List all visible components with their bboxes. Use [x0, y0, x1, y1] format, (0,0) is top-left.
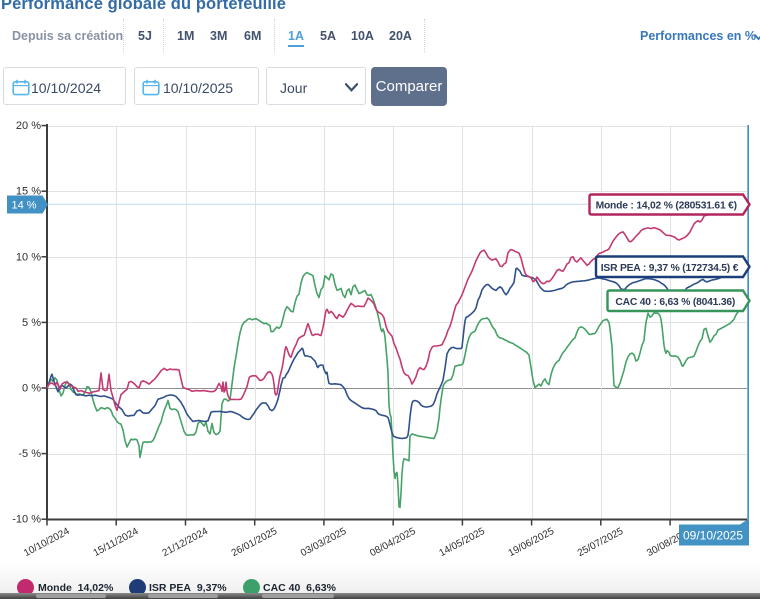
svg-text:Monde : 14,02 % (280531.61 €): Monde : 14,02 % (280531.61 €): [596, 201, 737, 212]
svg-text:26/01/2025: 26/01/2025: [230, 526, 280, 559]
svg-text:14 %: 14 %: [11, 200, 36, 212]
svg-text:CAC 40 : 6,63 % (8041.36): CAC 40 : 6,63 % (8041.36): [615, 297, 735, 308]
svg-text:0 %: 0 %: [22, 383, 41, 395]
svg-text:08/04/2025: 08/04/2025: [368, 526, 418, 559]
svg-text:ISR PEA : 9,37 % (172734.5) €: ISR PEA : 9,37 % (172734.5) €: [601, 263, 739, 274]
svg-text:-10 %: -10 %: [12, 514, 41, 526]
svg-text:5 %: 5 %: [22, 317, 41, 329]
svg-text:20 %: 20 %: [16, 120, 41, 132]
svg-text:09/10/2025: 09/10/2025: [683, 529, 743, 543]
svg-text:10 %: 10 %: [16, 251, 41, 263]
svg-text:21/12/2024: 21/12/2024: [161, 526, 211, 559]
svg-text:25/07/2025: 25/07/2025: [576, 526, 626, 559]
svg-text:15/11/2024: 15/11/2024: [92, 526, 141, 559]
svg-text:19/06/2025: 19/06/2025: [507, 526, 557, 559]
svg-text:10/10/2024: 10/10/2024: [22, 526, 72, 559]
svg-text:14/05/2025: 14/05/2025: [437, 526, 487, 559]
svg-text:03/03/2025: 03/03/2025: [299, 526, 349, 559]
svg-text:-5 %: -5 %: [18, 448, 41, 460]
